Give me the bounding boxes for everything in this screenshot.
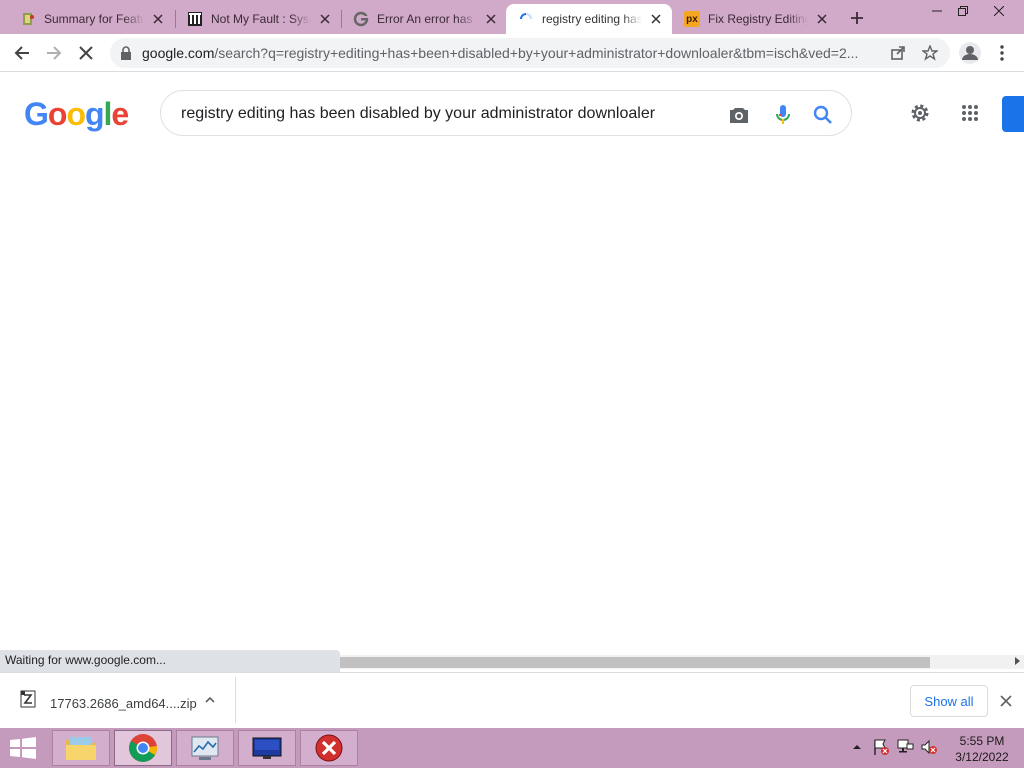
logo-letter: o [47, 96, 68, 132]
status-bubble: Waiting for www.google.com... [0, 650, 340, 672]
search-input[interactable]: registry editing has been disabled by yo… [181, 105, 655, 123]
apps-grid-icon[interactable] [958, 101, 982, 125]
archive-icon [187, 11, 203, 27]
tab-5[interactable]: px Fix Registry Editing [672, 4, 838, 34]
stop-loading-icon[interactable] [72, 39, 100, 67]
forward-arrow-icon[interactable] [40, 39, 68, 67]
close-icon[interactable] [483, 11, 499, 27]
close-icon[interactable] [814, 11, 830, 27]
url-path: /search?q=registry+editing+has+been+disa… [214, 45, 859, 61]
search-icon[interactable] [811, 103, 835, 127]
windows-taskbar: 5:55 PM 3/12/2022 [0, 728, 1024, 768]
new-tab-button[interactable] [845, 7, 869, 29]
px-icon: px [684, 11, 700, 27]
taskbar-clock[interactable]: 5:55 PM 3/12/2022 [944, 733, 1020, 765]
logo-letter: G [24, 96, 49, 132]
close-shelf-icon[interactable] [996, 691, 1016, 711]
back-arrow-icon[interactable] [8, 39, 36, 67]
scroll-right-arrow-icon[interactable] [1015, 657, 1020, 665]
tab-title: Not My Fault : Sysinternals [211, 12, 311, 26]
lock-icon[interactable] [120, 46, 132, 65]
share-icon[interactable] [884, 39, 912, 67]
tab-1[interactable]: Summary for Feature [8, 4, 174, 34]
tab-title: Fix Registry Editing [708, 12, 808, 26]
bookmark-star-icon[interactable] [916, 39, 944, 67]
settings-gear-icon[interactable] [908, 101, 932, 125]
address-bar[interactable]: google.com/search?q=registry+editing+has… [110, 38, 950, 68]
download-filename: 17763.2686_amd64....zip [50, 696, 197, 711]
scrollbar-thumb[interactable] [340, 657, 930, 668]
zip-file-icon [20, 690, 36, 708]
taskbar-file-explorer[interactable] [52, 730, 110, 766]
loading-spinner-icon [518, 11, 534, 27]
windows-start-icon[interactable] [8, 736, 40, 762]
taskbar-remote-desktop[interactable] [238, 730, 296, 766]
tab-4-active[interactable]: registry editing has been disabled [506, 4, 672, 34]
clock-time: 5:55 PM [959, 734, 1005, 748]
logo-letter: o [66, 96, 86, 132]
tab-title: registry editing has been disabled [542, 12, 642, 26]
logo-letter: e [111, 96, 129, 132]
tab-title: Summary for Feature [44, 12, 144, 26]
google-icon [353, 11, 369, 27]
taskbar-error-app[interactable] [300, 730, 358, 766]
horizontal-scrollbar[interactable] [340, 655, 1024, 669]
browser-toolbar: google.com/search?q=registry+editing+has… [0, 34, 1024, 72]
show-hidden-icons-chevron-icon[interactable] [848, 738, 866, 756]
microphone-icon[interactable] [771, 103, 795, 127]
taskbar-performance-monitor[interactable] [176, 730, 234, 766]
google-logo[interactable]: Google [24, 96, 129, 133]
volume-muted-icon[interactable] [920, 738, 938, 756]
window-close-icon[interactable] [984, 0, 1014, 22]
chevron-up-icon[interactable] [204, 693, 216, 711]
url-text[interactable]: google.com/search?q=registry+editing+has… [142, 45, 882, 61]
menu-dots-icon[interactable] [988, 39, 1016, 67]
tab-strip: Summary for Feature Not My Fault : Sysin… [0, 0, 1024, 34]
close-icon[interactable] [648, 11, 664, 27]
puzzle-icon [20, 11, 36, 27]
download-item[interactable]: 17763.2686_amd64....zip [0, 677, 236, 723]
tab-2[interactable]: Not My Fault : Sysinternals [175, 4, 341, 34]
tab-title: Error An error has occurred [377, 12, 477, 26]
clock-date: 3/12/2022 [955, 750, 1009, 764]
show-all-button[interactable]: Show all [910, 685, 988, 717]
sign-in-button[interactable] [1002, 96, 1024, 132]
close-icon[interactable] [150, 11, 166, 27]
logo-letter: g [84, 96, 105, 132]
tab-3[interactable]: Error An error has occurred [341, 4, 507, 34]
search-box[interactable]: registry editing has been disabled by yo… [160, 90, 852, 136]
network-icon[interactable] [896, 738, 914, 756]
taskbar-chrome[interactable] [114, 730, 172, 766]
action-center-flag-icon[interactable] [872, 738, 890, 756]
close-icon[interactable] [317, 11, 333, 27]
download-shelf: 17763.2686_amd64....zip Show all [0, 672, 1024, 728]
restore-icon[interactable] [948, 0, 978, 22]
profile-avatar-icon[interactable] [956, 39, 984, 67]
camera-icon[interactable] [727, 103, 751, 127]
url-host: google.com [142, 45, 215, 61]
